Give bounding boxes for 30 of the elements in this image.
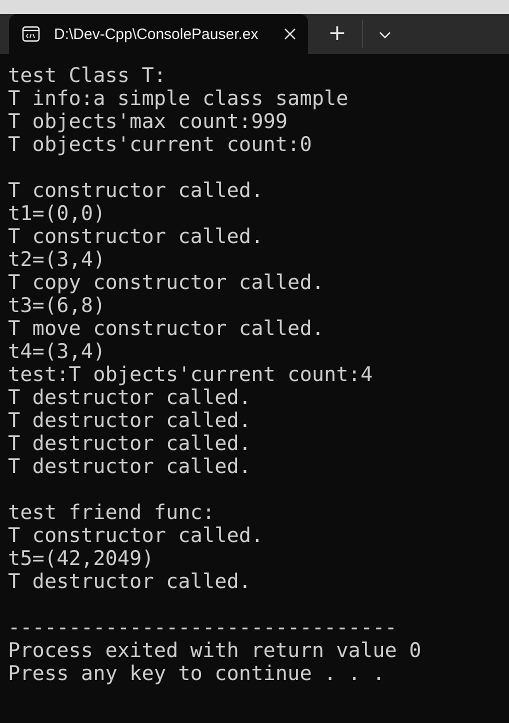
console-line: test friend func: bbox=[8, 500, 215, 524]
console-line: test:T objects'current count:4 bbox=[8, 362, 373, 386]
console-line: T destructor called. bbox=[8, 431, 252, 455]
tab-title: D:\Dev-Cpp\ConsolePauser.ex bbox=[54, 26, 260, 42]
console-line: Process exited with return value 0 bbox=[8, 638, 422, 662]
console-line: T destructor called. bbox=[8, 569, 252, 593]
close-icon[interactable] bbox=[284, 28, 296, 40]
console-line: Press any key to continue . . . bbox=[8, 661, 385, 685]
console-line: T constructor called. bbox=[8, 523, 264, 547]
console-line: t4=(3,4) bbox=[8, 339, 106, 363]
console-line: T info:a simple class sample bbox=[8, 86, 348, 110]
console-line: T destructor called. bbox=[8, 385, 252, 409]
terminal-tab[interactable]: D:\Dev-Cpp\ConsolePauser.ex bbox=[9, 14, 308, 54]
console-line: t2=(3,4) bbox=[8, 247, 106, 271]
console-line: T objects'current count:0 bbox=[8, 132, 312, 156]
console-line: t3=(6,8) bbox=[8, 293, 106, 317]
console-line: T destructor called. bbox=[8, 454, 252, 478]
console-line: T objects'max count:999 bbox=[8, 109, 288, 133]
console-line: t1=(0,0) bbox=[8, 201, 106, 225]
console-line: T constructor called. bbox=[8, 224, 264, 248]
console-line: T destructor called. bbox=[8, 408, 252, 432]
console-line: T copy constructor called. bbox=[8, 270, 324, 294]
console-icon bbox=[22, 26, 40, 42]
console-line: t5=(42,2049) bbox=[8, 546, 154, 570]
console-line: T constructor called. bbox=[8, 178, 264, 202]
chevron-down-icon[interactable] bbox=[379, 31, 392, 39]
console-line: test Class T: bbox=[8, 63, 166, 87]
console-line: -------------------------------- bbox=[8, 615, 397, 639]
console-line: T move constructor called. bbox=[8, 316, 324, 340]
new-tab-button[interactable]: + bbox=[324, 22, 350, 46]
